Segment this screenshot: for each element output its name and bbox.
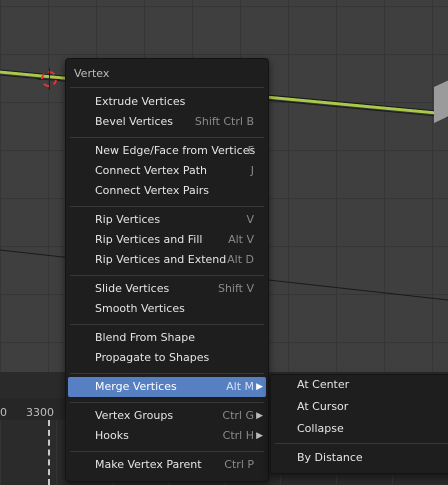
menu-title: Vertex xyxy=(74,67,110,80)
submenu-item-label: At Center xyxy=(297,378,350,391)
menu-item-bevel-vertices[interactable]: Bevel Vertices Shift Ctrl B xyxy=(68,112,266,132)
menu-separator xyxy=(70,324,264,325)
menu-item-label: Propagate to Shapes xyxy=(95,351,210,364)
menu-item-label: Vertex Groups xyxy=(95,409,174,422)
menu-item-shortcut: Ctrl G xyxy=(222,409,254,422)
menu-item-label: Connect Vertex Pairs xyxy=(95,184,210,197)
menu-item-label: Extrude Vertices xyxy=(95,95,186,108)
menu-item-shortcut: Alt V xyxy=(228,233,254,246)
menu-separator xyxy=(70,137,264,138)
menu-item-shortcut: Ctrl P xyxy=(224,458,254,471)
submenu-arrow-icon: ▶ xyxy=(256,382,263,392)
merge-vertices-submenu: At Center At Cursor Collapse By Distance xyxy=(270,374,448,474)
submenu-item-label: Collapse xyxy=(297,422,344,435)
menu-item-vertex-groups[interactable]: Vertex Groups Ctrl G ▶ xyxy=(68,406,266,426)
menu-item-blend-from-shape[interactable]: Blend From Shape xyxy=(68,328,266,348)
menu-item-shortcut: V xyxy=(246,213,254,226)
menu-item-label: Smooth Vertices xyxy=(95,302,185,315)
menu-item-shortcut: J xyxy=(250,164,254,177)
playhead[interactable] xyxy=(48,420,50,485)
menu-item-merge-vertices[interactable]: Merge Vertices Alt M ▶ xyxy=(68,377,266,397)
menu-item-label: Rip Vertices xyxy=(95,213,161,226)
menu-item-rip-vertices-fill[interactable]: Rip Vertices and Fill Alt V xyxy=(68,230,266,250)
menu-item-shortcut: Alt M xyxy=(226,380,254,393)
submenu-item-label: At Cursor xyxy=(297,400,349,413)
menu-separator xyxy=(70,87,264,88)
menu-item-smooth-vertices[interactable]: Smooth Vertices xyxy=(68,299,266,319)
menu-item-label: Make Vertex Parent xyxy=(95,458,202,471)
ruler-label: 0 xyxy=(0,406,7,419)
menu-item-rip-vertices[interactable]: Rip Vertices V xyxy=(68,210,266,230)
submenu-arrow-icon: ▶ xyxy=(256,431,263,441)
menu-item-label: Hooks xyxy=(95,429,129,442)
menu-separator xyxy=(70,206,264,207)
submenu-separator xyxy=(275,443,448,444)
menu-item-label: New Edge/Face from Vertices xyxy=(95,144,256,157)
menu-item-hooks[interactable]: Hooks Ctrl H ▶ xyxy=(68,426,266,446)
menu-item-shortcut: F xyxy=(247,144,254,157)
menu-item-shortcut: Shift Ctrl B xyxy=(194,115,254,128)
menu-item-connect-vertex-pairs[interactable]: Connect Vertex Pairs xyxy=(68,181,266,201)
menu-item-label: Connect Vertex Path xyxy=(95,164,207,177)
menu-item-label: Merge Vertices xyxy=(95,380,177,393)
menu-item-label: Rip Vertices and Fill xyxy=(95,233,203,246)
menu-separator xyxy=(70,275,264,276)
menu-item-make-vertex-parent[interactable]: Make Vertex Parent Ctrl P xyxy=(68,455,266,475)
menu-separator xyxy=(70,373,264,374)
menu-separator xyxy=(70,402,264,403)
menu-item-label: Slide Vertices xyxy=(95,282,170,295)
menu-item-extrude-vertices[interactable]: Extrude Vertices xyxy=(68,92,266,112)
menu-item-label: Blend From Shape xyxy=(95,331,196,344)
menu-item-shortcut: Shift V xyxy=(217,282,254,295)
menu-item-label: Rip Vertices and Extend xyxy=(95,253,227,266)
submenu-item-collapse[interactable]: Collapse xyxy=(273,419,448,439)
menu-item-connect-vertex-path[interactable]: Connect Vertex Path J xyxy=(68,161,266,181)
menu-item-propagate-to-shapes[interactable]: Propagate to Shapes xyxy=(68,348,266,368)
submenu-item-at-cursor[interactable]: At Cursor xyxy=(273,397,448,417)
vertex-context-menu: Vertex Extrude Vertices Bevel Vertices S… xyxy=(65,58,269,482)
menu-item-shortcut: Alt D xyxy=(227,253,254,266)
submenu-item-at-center[interactable]: At Center xyxy=(273,375,448,395)
submenu-item-label: By Distance xyxy=(297,451,363,464)
submenu-item-by-distance[interactable]: By Distance xyxy=(273,448,448,468)
menu-item-label: Bevel Vertices xyxy=(95,115,174,128)
menu-item-slide-vertices[interactable]: Slide Vertices Shift V xyxy=(68,279,266,299)
menu-item-new-edge-face[interactable]: New Edge/Face from Vertices F xyxy=(68,141,266,161)
menu-item-shortcut: Ctrl H xyxy=(222,429,254,442)
ruler-label: 3300 xyxy=(26,406,54,419)
submenu-arrow-icon: ▶ xyxy=(256,411,263,421)
menu-item-rip-vertices-extend[interactable]: Rip Vertices and Extend Alt D xyxy=(68,250,266,270)
menu-separator xyxy=(70,451,264,452)
3d-cursor-icon xyxy=(38,68,60,90)
